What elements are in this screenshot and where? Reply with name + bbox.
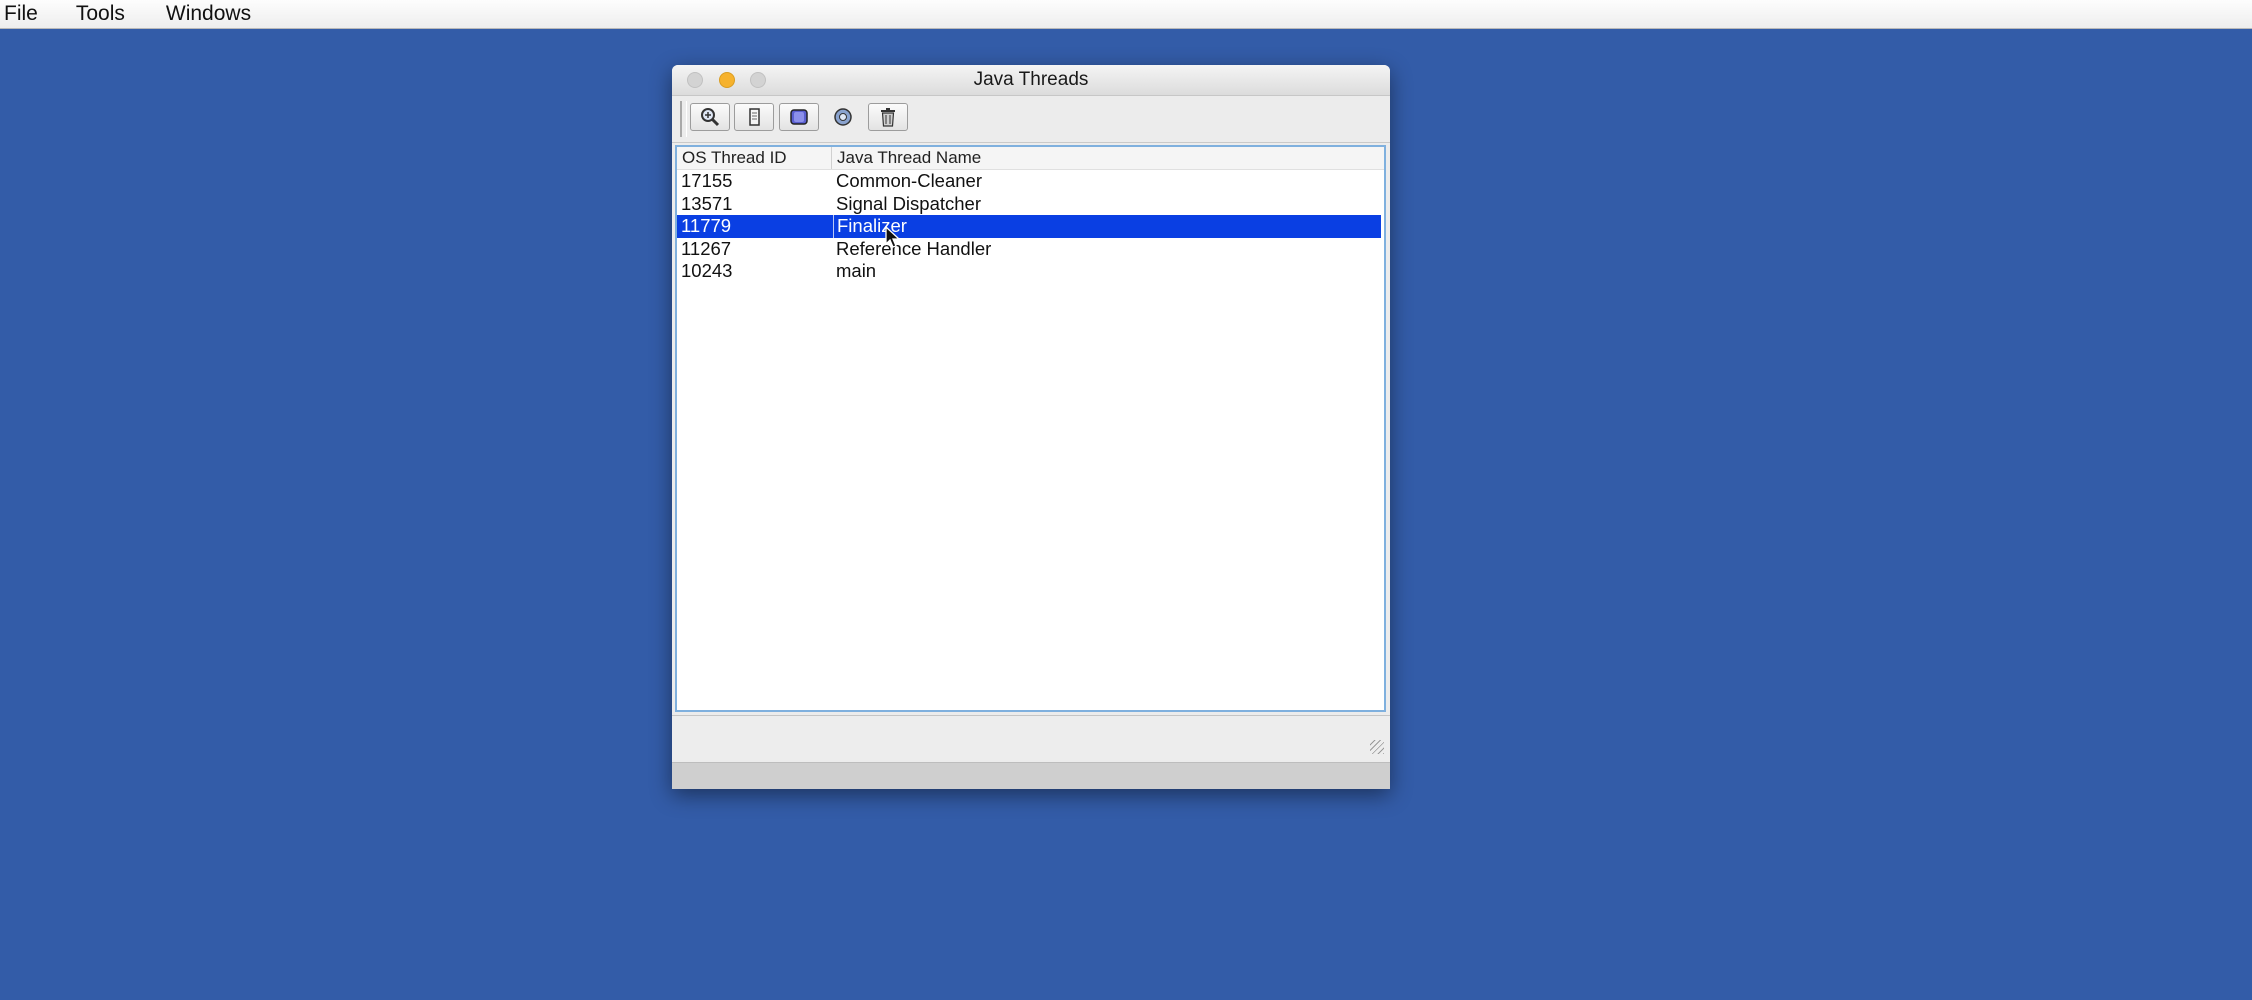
trash-icon xyxy=(881,108,895,127)
find-crashes-icon xyxy=(834,108,852,126)
menu-windows[interactable]: Windows xyxy=(166,0,264,28)
table-row[interactable]: 17155 Common-Cleaner xyxy=(677,170,1384,193)
bottom-panel xyxy=(672,715,1390,760)
column-header-os-thread-id[interactable]: OS Thread ID xyxy=(677,147,832,169)
cell-os-thread-id: 11267 xyxy=(681,237,732,259)
find-crashes-button[interactable] xyxy=(823,103,863,131)
inspect-magnifier-icon xyxy=(701,108,720,127)
window-title: Java Threads xyxy=(973,69,1089,90)
table-row-selected[interactable]: 11779 Finalizer xyxy=(677,215,1381,238)
cell-java-thread-name: Reference Handler xyxy=(836,237,992,259)
mouse-pointer-icon xyxy=(885,226,901,248)
resize-grip-icon[interactable] xyxy=(1370,740,1384,754)
status-bar xyxy=(672,762,1390,789)
table-row[interactable]: 11267 Reference Handler xyxy=(677,238,1384,261)
cell-java-thread-name: main xyxy=(836,260,877,281)
table-header: OS Thread ID Java Thread Name xyxy=(677,147,1384,170)
menu-bar: File Tools Windows xyxy=(0,0,2252,29)
cell-java-thread-name: Finalizer xyxy=(833,215,1381,238)
delete-button[interactable] xyxy=(868,103,908,131)
toolbar xyxy=(672,96,1390,143)
column-header-java-thread-name[interactable]: Java Thread Name xyxy=(832,147,1384,169)
java-threads-window: Java Threads OS Thread ID Java Thread Na… xyxy=(672,65,1390,789)
menu-file[interactable]: File xyxy=(0,0,51,28)
toolbar-grip[interactable] xyxy=(680,101,687,137)
table-row[interactable]: 10243 main xyxy=(677,260,1384,283)
menu-tools[interactable]: Tools xyxy=(76,0,138,28)
threads-table[interactable]: OS Thread ID Java Thread Name 17155 Comm… xyxy=(675,145,1386,712)
thread-info-icon xyxy=(790,109,808,125)
cell-os-thread-id: 11779 xyxy=(681,215,732,236)
window-titlebar[interactable]: Java Threads xyxy=(672,65,1390,96)
table-row[interactable]: 13571 Signal Dispatcher xyxy=(677,193,1384,216)
stack-trace-button[interactable] xyxy=(734,103,774,131)
cell-java-thread-name: Signal Dispatcher xyxy=(836,192,981,214)
cell-java-thread-name: Common-Cleaner xyxy=(836,170,982,191)
cell-os-thread-id: 13571 xyxy=(681,192,733,214)
thread-info-button[interactable] xyxy=(779,103,819,131)
stack-trace-icon xyxy=(749,108,760,126)
cell-os-thread-id: 10243 xyxy=(681,260,733,281)
inspect-thread-button[interactable] xyxy=(690,103,730,131)
cell-os-thread-id: 17155 xyxy=(681,170,733,191)
